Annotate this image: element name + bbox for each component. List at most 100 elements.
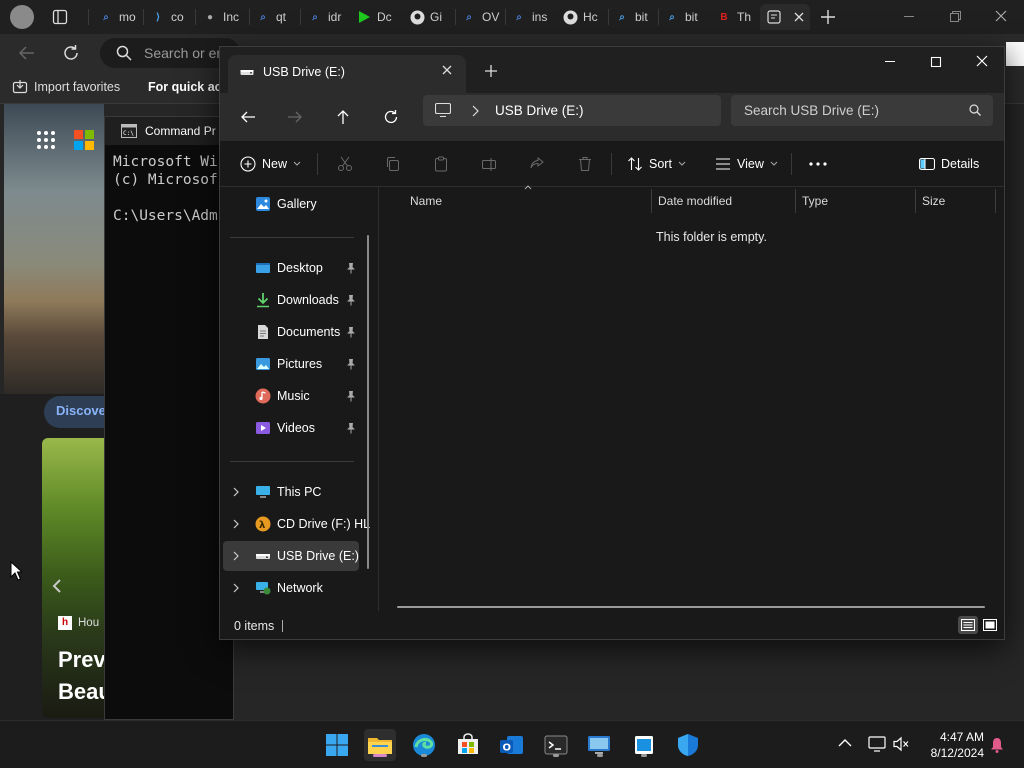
chevron-up-icon[interactable] bbox=[838, 738, 852, 748]
sidebar-scrollbar[interactable] bbox=[367, 235, 369, 569]
search-input[interactable]: Search USB Drive (E:) bbox=[731, 95, 993, 126]
back-icon[interactable] bbox=[18, 44, 36, 62]
rename-icon[interactable] bbox=[478, 153, 500, 175]
apps-grid-icon[interactable] bbox=[36, 130, 56, 150]
edge-tab[interactable]: ⌕ idr bbox=[307, 4, 349, 30]
view-button[interactable]: View bbox=[715, 149, 778, 179]
taskbar-remote-desktop[interactable] bbox=[584, 729, 616, 761]
display-icon[interactable] bbox=[868, 736, 886, 752]
news-headline[interactable]: Prev Beau bbox=[58, 644, 104, 708]
refresh-button[interactable] bbox=[375, 103, 407, 131]
start-button[interactable] bbox=[321, 729, 353, 761]
pin-icon[interactable] bbox=[346, 422, 356, 434]
taskbar-terminal[interactable] bbox=[540, 729, 572, 761]
sidebar-item-cd-drive[interactable]: λ CD Drive (F:) HL bbox=[223, 509, 370, 539]
sidebar-item-pictures[interactable]: Pictures bbox=[223, 349, 359, 379]
forward-button[interactable] bbox=[279, 103, 311, 131]
explorer-tab[interactable]: USB Drive (E:) bbox=[228, 55, 466, 93]
refresh-icon[interactable] bbox=[62, 44, 80, 62]
notification-bell-icon[interactable] bbox=[990, 737, 1004, 753]
close-icon[interactable] bbox=[976, 55, 988, 67]
chevron-right-icon[interactable] bbox=[232, 519, 240, 529]
edge-tab[interactable]: ⌕ bit bbox=[614, 4, 656, 30]
close-tab-icon[interactable] bbox=[794, 12, 804, 22]
delete-icon[interactable] bbox=[574, 153, 596, 175]
copy-icon[interactable] bbox=[382, 153, 404, 175]
column-header-date-modified[interactable]: Date modified bbox=[658, 187, 732, 215]
minimize-icon[interactable] bbox=[902, 9, 916, 23]
minimize-icon[interactable] bbox=[884, 55, 896, 67]
maximize-icon[interactable] bbox=[930, 56, 942, 68]
taskbar-notepad[interactable] bbox=[628, 729, 660, 761]
chevron-right-icon[interactable] bbox=[232, 583, 240, 593]
taskbar-edge[interactable] bbox=[408, 729, 440, 761]
sidebar-item-usb-drive[interactable]: USB Drive (E:) bbox=[223, 541, 359, 571]
clock[interactable]: 4:47 AM 8/12/2024 bbox=[918, 729, 984, 761]
cmd-titlebar[interactable]: C:\ Command Pr bbox=[105, 117, 233, 145]
news-card[interactable]: h Hou Prev Beau bbox=[42, 438, 104, 718]
sidebar-item-this-pc[interactable]: This PC bbox=[223, 477, 359, 507]
edge-tab[interactable]: ⌕ OV bbox=[461, 4, 503, 30]
cut-icon[interactable] bbox=[334, 153, 356, 175]
sort-button[interactable]: Sort bbox=[627, 149, 686, 179]
paste-icon[interactable] bbox=[430, 153, 452, 175]
restore-icon[interactable] bbox=[948, 9, 962, 23]
new-button[interactable]: New bbox=[240, 149, 301, 179]
sidebar-toggle[interactable] bbox=[1006, 42, 1024, 66]
discover-tab[interactable]: Discove bbox=[44, 396, 106, 428]
edge-tab[interactable]: ⌕ qt bbox=[255, 4, 297, 30]
sidebar-item-downloads[interactable]: Downloads bbox=[223, 285, 359, 315]
sidebar-item-videos[interactable]: Videos bbox=[223, 413, 359, 443]
edge-tab[interactable]: Gi bbox=[409, 4, 453, 30]
edge-tab[interactable]: ⌕ bit bbox=[664, 4, 706, 30]
chevron-left-icon[interactable] bbox=[52, 578, 62, 594]
address-bar[interactable]: USB Drive (E:) bbox=[423, 95, 721, 126]
command-prompt-window[interactable]: C:\ Command Pr Microsoft Wi (c) Microsof… bbox=[104, 116, 234, 720]
taskbar-defender[interactable] bbox=[672, 729, 704, 761]
vertical-tabs-icon[interactable] bbox=[52, 9, 68, 25]
edge-tab[interactable]: ⌕ mo bbox=[98, 4, 140, 30]
column-header-name[interactable]: Name bbox=[410, 187, 442, 215]
file-list[interactable]: Name Date modified Type Size This folder… bbox=[379, 185, 1004, 611]
close-icon[interactable] bbox=[994, 9, 1008, 23]
details-view-button[interactable] bbox=[958, 616, 978, 634]
pin-icon[interactable] bbox=[346, 326, 356, 338]
chevron-right-icon[interactable] bbox=[471, 105, 479, 117]
taskbar-store[interactable] bbox=[452, 729, 484, 761]
edge-tab-active[interactable] bbox=[760, 4, 810, 30]
close-tab-icon[interactable] bbox=[442, 65, 452, 75]
details-button[interactable]: Details bbox=[919, 149, 979, 179]
sidebar-item-documents[interactable]: Documents bbox=[223, 317, 359, 347]
edge-tab[interactable]: Hc bbox=[562, 4, 606, 30]
sidebar-item-gallery[interactable]: Gallery bbox=[223, 189, 359, 219]
edge-tab[interactable]: Dc bbox=[356, 4, 400, 30]
back-button[interactable] bbox=[232, 103, 264, 131]
horizontal-scrollbar[interactable] bbox=[397, 606, 985, 608]
edge-tab[interactable]: ⌕ ins bbox=[511, 4, 553, 30]
share-icon[interactable] bbox=[526, 153, 548, 175]
pin-icon[interactable] bbox=[346, 358, 356, 370]
sidebar-item-network[interactable]: Network bbox=[223, 573, 359, 603]
explorer-titlebar[interactable]: USB Drive (E:) bbox=[220, 47, 1004, 93]
cmd-output[interactable]: Microsoft Wi (c) Microsof C:\Users\Adm bbox=[105, 145, 233, 225]
new-tab-icon[interactable] bbox=[820, 9, 836, 25]
profile-avatar[interactable] bbox=[10, 5, 34, 29]
up-button[interactable] bbox=[327, 103, 359, 131]
edge-tab[interactable]: ● Inc bbox=[202, 4, 246, 30]
column-header-type[interactable]: Type bbox=[802, 187, 828, 215]
import-favorites-button[interactable]: Import favorites bbox=[12, 79, 120, 95]
pin-icon[interactable] bbox=[346, 262, 356, 274]
edge-tab[interactable]: ⟩ co bbox=[150, 4, 192, 30]
tiles-view-button[interactable] bbox=[981, 616, 999, 634]
volume-muted-icon[interactable] bbox=[892, 736, 910, 752]
sidebar-item-desktop[interactable]: Desktop bbox=[223, 253, 359, 283]
pin-icon[interactable] bbox=[346, 294, 356, 306]
chevron-right-icon[interactable] bbox=[232, 487, 240, 497]
taskbar-outlook[interactable]: O bbox=[496, 729, 528, 761]
sidebar-item-music[interactable]: Music bbox=[223, 381, 359, 411]
chevron-right-icon[interactable] bbox=[232, 551, 240, 561]
new-tab-icon[interactable] bbox=[485, 65, 497, 77]
pin-icon[interactable] bbox=[346, 390, 356, 402]
more-options-button[interactable] bbox=[809, 149, 827, 179]
taskbar-file-explorer[interactable] bbox=[364, 729, 396, 761]
